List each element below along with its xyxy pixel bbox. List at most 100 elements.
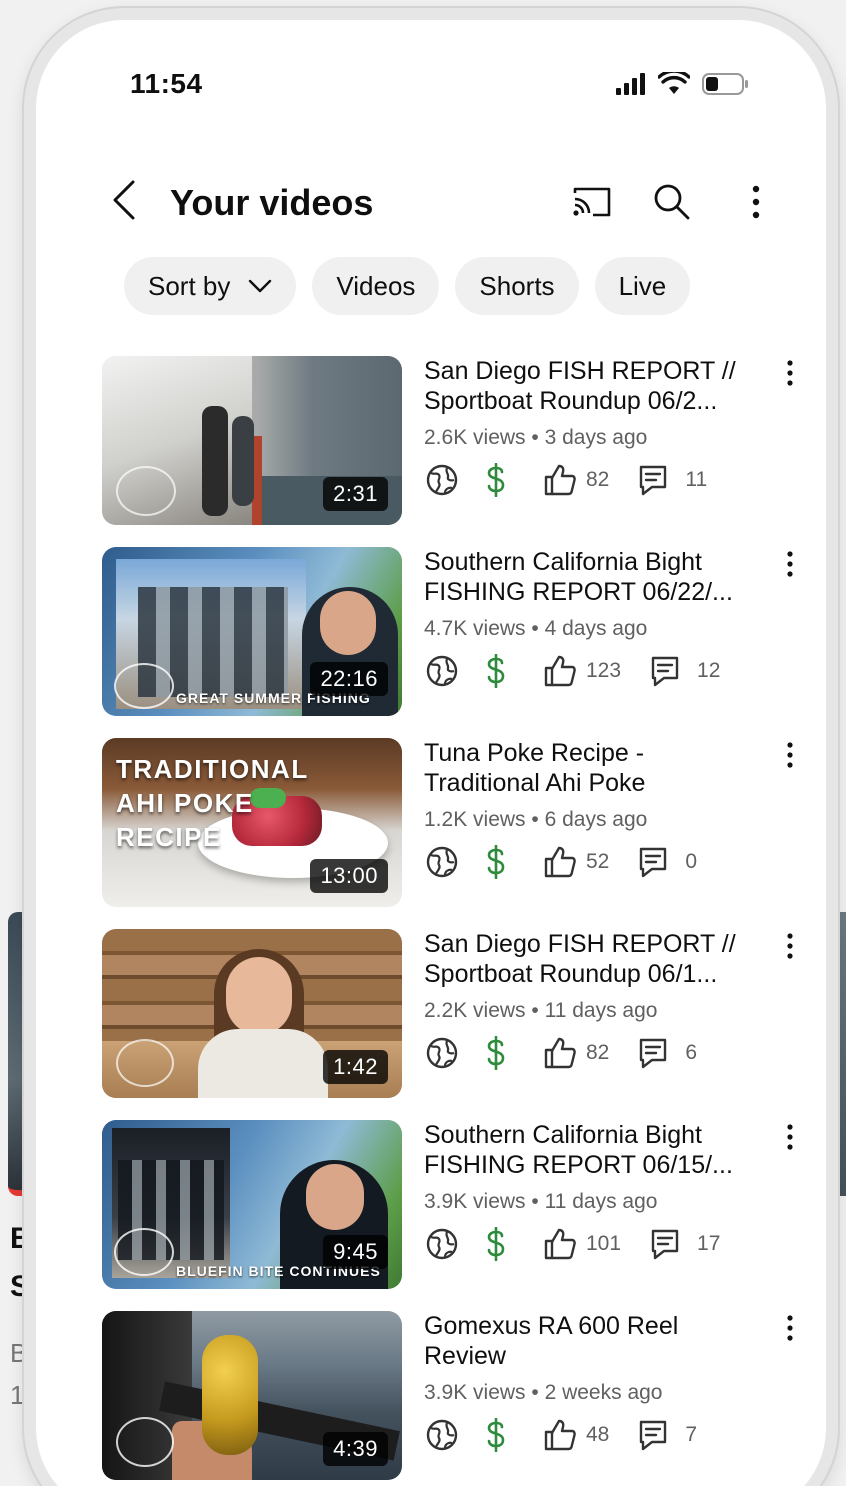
comment-count: 17 — [697, 1232, 721, 1255]
video-title[interactable]: Southern California Bight FISHING REPORT… — [424, 1120, 754, 1180]
video-meta: 2.2K views • 11 days ago — [424, 999, 658, 1022]
more-vertical-icon — [787, 551, 793, 577]
chip-shorts[interactable]: Shorts — [455, 257, 579, 315]
globe-icon — [424, 1035, 460, 1071]
video-meta: 4.7K views • 4 days ago — [424, 617, 648, 640]
thumbs-up-icon — [542, 462, 578, 498]
video-thumbnail[interactable]: BLUEFIN BITE CONTINUES 9:45 — [102, 1120, 402, 1289]
video-more-options-button[interactable] — [778, 1122, 802, 1152]
chip-sort-by[interactable]: Sort by — [124, 257, 297, 315]
more-vertical-icon — [787, 1124, 793, 1150]
comment-count: 12 — [697, 659, 721, 682]
background-text: 1 — [10, 1380, 25, 1410]
video-row[interactable]: GREAT SUMMER FISHING 22:16 Southern Cali… — [102, 547, 802, 738]
video-views: 2.6K views — [424, 426, 526, 449]
thumbnail-overlay-title: TRADITIONAL AHI POKE RECIPE — [116, 754, 309, 852]
like-count: 52 — [586, 850, 610, 873]
chip-label: Shorts — [479, 270, 555, 301]
like-count: 123 — [586, 659, 622, 682]
more-vertical-icon — [787, 360, 793, 386]
globe-icon — [424, 1226, 460, 1262]
video-row[interactable]: 1:42 San Diego FISH REPORT // Sportboat … — [102, 929, 802, 1120]
dollar-icon — [478, 653, 514, 689]
top-app-bar: Your videos — [36, 160, 846, 240]
like-count: 82 — [586, 468, 610, 491]
video-age: 4 days ago — [544, 617, 648, 640]
video-thumbnail[interactable]: 2:31 — [102, 356, 402, 525]
video-views: 3.9K views — [424, 1190, 526, 1213]
video-title[interactable]: Gomexus RA 600 Reel Review — [424, 1311, 754, 1371]
video-thumbnail[interactable]: GREAT SUMMER FISHING 22:16 — [102, 547, 402, 716]
comment-icon — [635, 462, 671, 498]
thumbs-up-icon — [542, 1035, 578, 1071]
video-row[interactable]: 4:39 Gomexus RA 600 Reel Review 3.9K vie… — [102, 1311, 802, 1486]
chevron-down-icon — [248, 279, 272, 293]
video-duration: 4:39 — [323, 1432, 388, 1466]
dollar-icon — [478, 1226, 514, 1262]
more-vertical-icon — [787, 933, 793, 959]
video-meta: 3.9K views • 2 weeks ago — [424, 1381, 663, 1404]
video-age: 6 days ago — [544, 808, 648, 831]
video-thumbnail[interactable]: 4:39 — [102, 1311, 402, 1480]
chip-live[interactable]: Live — [594, 257, 691, 315]
video-more-options-button[interactable] — [778, 358, 802, 388]
video-views: 3.9K views — [424, 1381, 526, 1404]
thumbs-up-icon — [542, 1417, 578, 1453]
globe-icon — [424, 462, 460, 498]
back-button[interactable] — [104, 180, 144, 220]
video-views: 1.2K views — [424, 808, 526, 831]
globe-icon — [424, 844, 460, 880]
video-stats: 123 12 — [424, 651, 720, 691]
more-options-button[interactable] — [734, 180, 778, 224]
video-duration: 9:45 — [323, 1235, 388, 1269]
dollar-icon — [478, 1035, 514, 1071]
video-age: 3 days ago — [544, 426, 648, 449]
thumbs-up-icon — [542, 844, 578, 880]
more-vertical-icon — [787, 1315, 793, 1341]
more-vertical-icon — [752, 185, 760, 219]
cast-button[interactable] — [570, 180, 614, 224]
comment-icon — [635, 844, 671, 880]
video-stats: 48 7 — [424, 1415, 697, 1455]
globe-icon — [424, 653, 460, 689]
video-title[interactable]: Southern California Bight FISHING REPORT… — [424, 547, 754, 607]
video-stats: 101 17 — [424, 1224, 720, 1264]
video-row[interactable]: BLUEFIN BITE CONTINUES 9:45 Southern Cal… — [102, 1120, 802, 1311]
search-icon — [654, 184, 690, 220]
thumbs-up-icon — [542, 1226, 578, 1262]
comment-icon — [647, 1226, 683, 1262]
globe-icon — [424, 1417, 460, 1453]
back-arrow-icon — [113, 180, 135, 220]
comment-count: 6 — [685, 1041, 698, 1064]
video-stats: 82 11 — [424, 460, 707, 500]
comment-icon — [635, 1035, 671, 1071]
video-meta: 2.6K views • 3 days ago — [424, 426, 648, 449]
video-age: 2 weeks ago — [544, 1381, 663, 1404]
video-thumbnail[interactable]: 1:42 — [102, 929, 402, 1098]
status-icons — [616, 69, 750, 101]
video-more-options-button[interactable] — [778, 549, 802, 579]
comment-count: 0 — [685, 850, 698, 873]
search-button[interactable] — [650, 180, 694, 224]
video-stats: 52 0 — [424, 842, 697, 882]
video-thumbnail[interactable]: TRADITIONAL AHI POKE RECIPE 13:00 — [102, 738, 402, 907]
comment-count: 11 — [685, 468, 708, 491]
video-duration: 22:16 — [310, 662, 388, 696]
video-more-options-button[interactable] — [778, 740, 802, 770]
comment-icon — [647, 653, 683, 689]
chip-videos[interactable]: Videos — [312, 257, 440, 315]
video-more-options-button[interactable] — [778, 931, 802, 961]
status-time: 11:54 — [130, 68, 203, 99]
video-row[interactable]: 2:31 San Diego FISH REPORT // Sportboat … — [102, 356, 802, 547]
video-title[interactable]: San Diego FISH REPORT // Sportboat Round… — [424, 929, 754, 989]
video-more-options-button[interactable] — [778, 1313, 802, 1343]
cast-icon — [573, 187, 611, 217]
video-duration: 1:42 — [323, 1050, 388, 1084]
video-title[interactable]: Tuna Poke Recipe - Traditional Ahi Poke — [424, 738, 754, 798]
video-stats: 82 6 — [424, 1033, 697, 1073]
video-title[interactable]: San Diego FISH REPORT // Sportboat Round… — [424, 356, 754, 416]
video-age: 11 days ago — [544, 1190, 658, 1213]
thumbs-up-icon — [542, 653, 578, 689]
video-row[interactable]: TRADITIONAL AHI POKE RECIPE 13:00 Tuna P… — [102, 738, 802, 929]
like-count: 82 — [586, 1041, 610, 1064]
